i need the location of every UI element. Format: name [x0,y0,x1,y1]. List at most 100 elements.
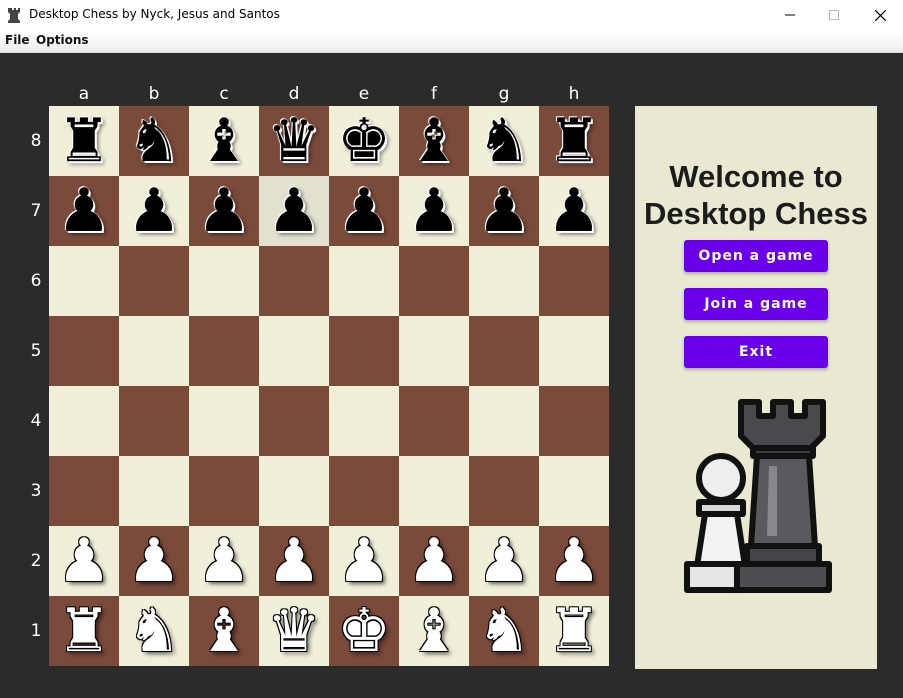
square-b4[interactable] [119,386,189,456]
square-c7[interactable]: ♟ [189,176,259,246]
square-d1[interactable]: ♛ [259,596,329,666]
square-f8[interactable]: ♝ [399,106,469,176]
square-d8[interactable]: ♛ [259,106,329,176]
square-c8[interactable]: ♝ [189,106,259,176]
square-d7[interactable]: ♟ [259,176,329,246]
white-knight-icon[interactable]: ♞ [127,596,181,666]
black-pawn-icon[interactable]: ♟ [197,176,251,246]
square-e4[interactable] [329,386,399,456]
square-a4[interactable] [49,386,119,456]
square-h2[interactable]: ♟ [539,526,609,596]
white-bishop-icon[interactable]: ♝ [197,596,251,666]
white-knight-icon[interactable]: ♞ [477,596,531,666]
white-bishop-icon[interactable]: ♝ [407,596,461,666]
square-g8[interactable]: ♞ [469,106,539,176]
square-e6[interactable] [329,246,399,316]
black-queen-icon[interactable]: ♛ [267,106,321,176]
square-h7[interactable]: ♟ [539,176,609,246]
square-h1[interactable]: ♜ [539,596,609,666]
black-pawn-icon[interactable]: ♟ [547,176,601,246]
square-e7[interactable]: ♟ [329,176,399,246]
square-f4[interactable] [399,386,469,456]
black-knight-icon[interactable]: ♞ [477,106,531,176]
black-pawn-icon[interactable]: ♟ [477,176,531,246]
black-rook-icon[interactable]: ♜ [57,106,111,176]
white-rook-icon[interactable]: ♜ [57,596,111,666]
square-b8[interactable]: ♞ [119,106,189,176]
black-pawn-icon[interactable]: ♟ [337,176,391,246]
white-pawn-icon[interactable]: ♟ [337,526,391,596]
square-c3[interactable] [189,456,259,526]
square-b3[interactable] [119,456,189,526]
black-pawn-icon[interactable]: ♟ [57,176,111,246]
square-e1[interactable]: ♚ [329,596,399,666]
square-e2[interactable]: ♟ [329,526,399,596]
menu-file[interactable]: File [5,33,30,47]
square-e8[interactable]: ♚ [329,106,399,176]
white-pawn-icon[interactable]: ♟ [407,526,461,596]
white-pawn-icon[interactable]: ♟ [197,526,251,596]
white-pawn-icon[interactable]: ♟ [57,526,111,596]
square-d6[interactable] [259,246,329,316]
join-game-button[interactable]: Join a game [684,288,828,320]
square-h5[interactable] [539,316,609,386]
square-d2[interactable]: ♟ [259,526,329,596]
black-bishop-icon[interactable]: ♝ [197,106,251,176]
exit-button[interactable]: Exit [684,336,828,368]
square-d3[interactable] [259,456,329,526]
square-g4[interactable] [469,386,539,456]
square-a1[interactable]: ♜ [49,596,119,666]
square-c5[interactable] [189,316,259,386]
square-f2[interactable]: ♟ [399,526,469,596]
white-pawn-icon[interactable]: ♟ [267,526,321,596]
square-b6[interactable] [119,246,189,316]
square-f7[interactable]: ♟ [399,176,469,246]
square-e5[interactable] [329,316,399,386]
square-d5[interactable] [259,316,329,386]
black-bishop-icon[interactable]: ♝ [407,106,461,176]
square-e3[interactable] [329,456,399,526]
black-pawn-icon[interactable]: ♟ [267,176,321,246]
white-pawn-icon[interactable]: ♟ [477,526,531,596]
minimize-button[interactable] [767,0,813,30]
square-g5[interactable] [469,316,539,386]
menu-options[interactable]: Options [36,33,89,47]
square-c4[interactable] [189,386,259,456]
square-f6[interactable] [399,246,469,316]
close-button[interactable] [857,0,903,30]
square-f1[interactable]: ♝ [399,596,469,666]
white-queen-icon[interactable]: ♛ [267,596,321,666]
square-h3[interactable] [539,456,609,526]
black-pawn-icon[interactable]: ♟ [407,176,461,246]
maximize-button[interactable] [811,0,857,30]
square-b5[interactable] [119,316,189,386]
square-c6[interactable] [189,246,259,316]
square-d4[interactable] [259,386,329,456]
black-rook-icon[interactable]: ♜ [547,106,601,176]
square-f5[interactable] [399,316,469,386]
square-g2[interactable]: ♟ [469,526,539,596]
square-g3[interactable] [469,456,539,526]
square-h4[interactable] [539,386,609,456]
black-pawn-icon[interactable]: ♟ [127,176,181,246]
black-king-icon[interactable]: ♚ [337,106,391,176]
square-g7[interactable]: ♟ [469,176,539,246]
square-f3[interactable] [399,456,469,526]
square-b2[interactable]: ♟ [119,526,189,596]
square-b1[interactable]: ♞ [119,596,189,666]
white-king-icon[interactable]: ♚ [337,596,391,666]
black-knight-icon[interactable]: ♞ [127,106,181,176]
square-c2[interactable]: ♟ [189,526,259,596]
square-g6[interactable] [469,246,539,316]
square-g1[interactable]: ♞ [469,596,539,666]
square-c1[interactable]: ♝ [189,596,259,666]
square-h8[interactable]: ♜ [539,106,609,176]
square-a6[interactable] [49,246,119,316]
square-a2[interactable]: ♟ [49,526,119,596]
square-a7[interactable]: ♟ [49,176,119,246]
square-h6[interactable] [539,246,609,316]
square-b7[interactable]: ♟ [119,176,189,246]
white-rook-icon[interactable]: ♜ [547,596,601,666]
square-a5[interactable] [49,316,119,386]
white-pawn-icon[interactable]: ♟ [547,526,601,596]
